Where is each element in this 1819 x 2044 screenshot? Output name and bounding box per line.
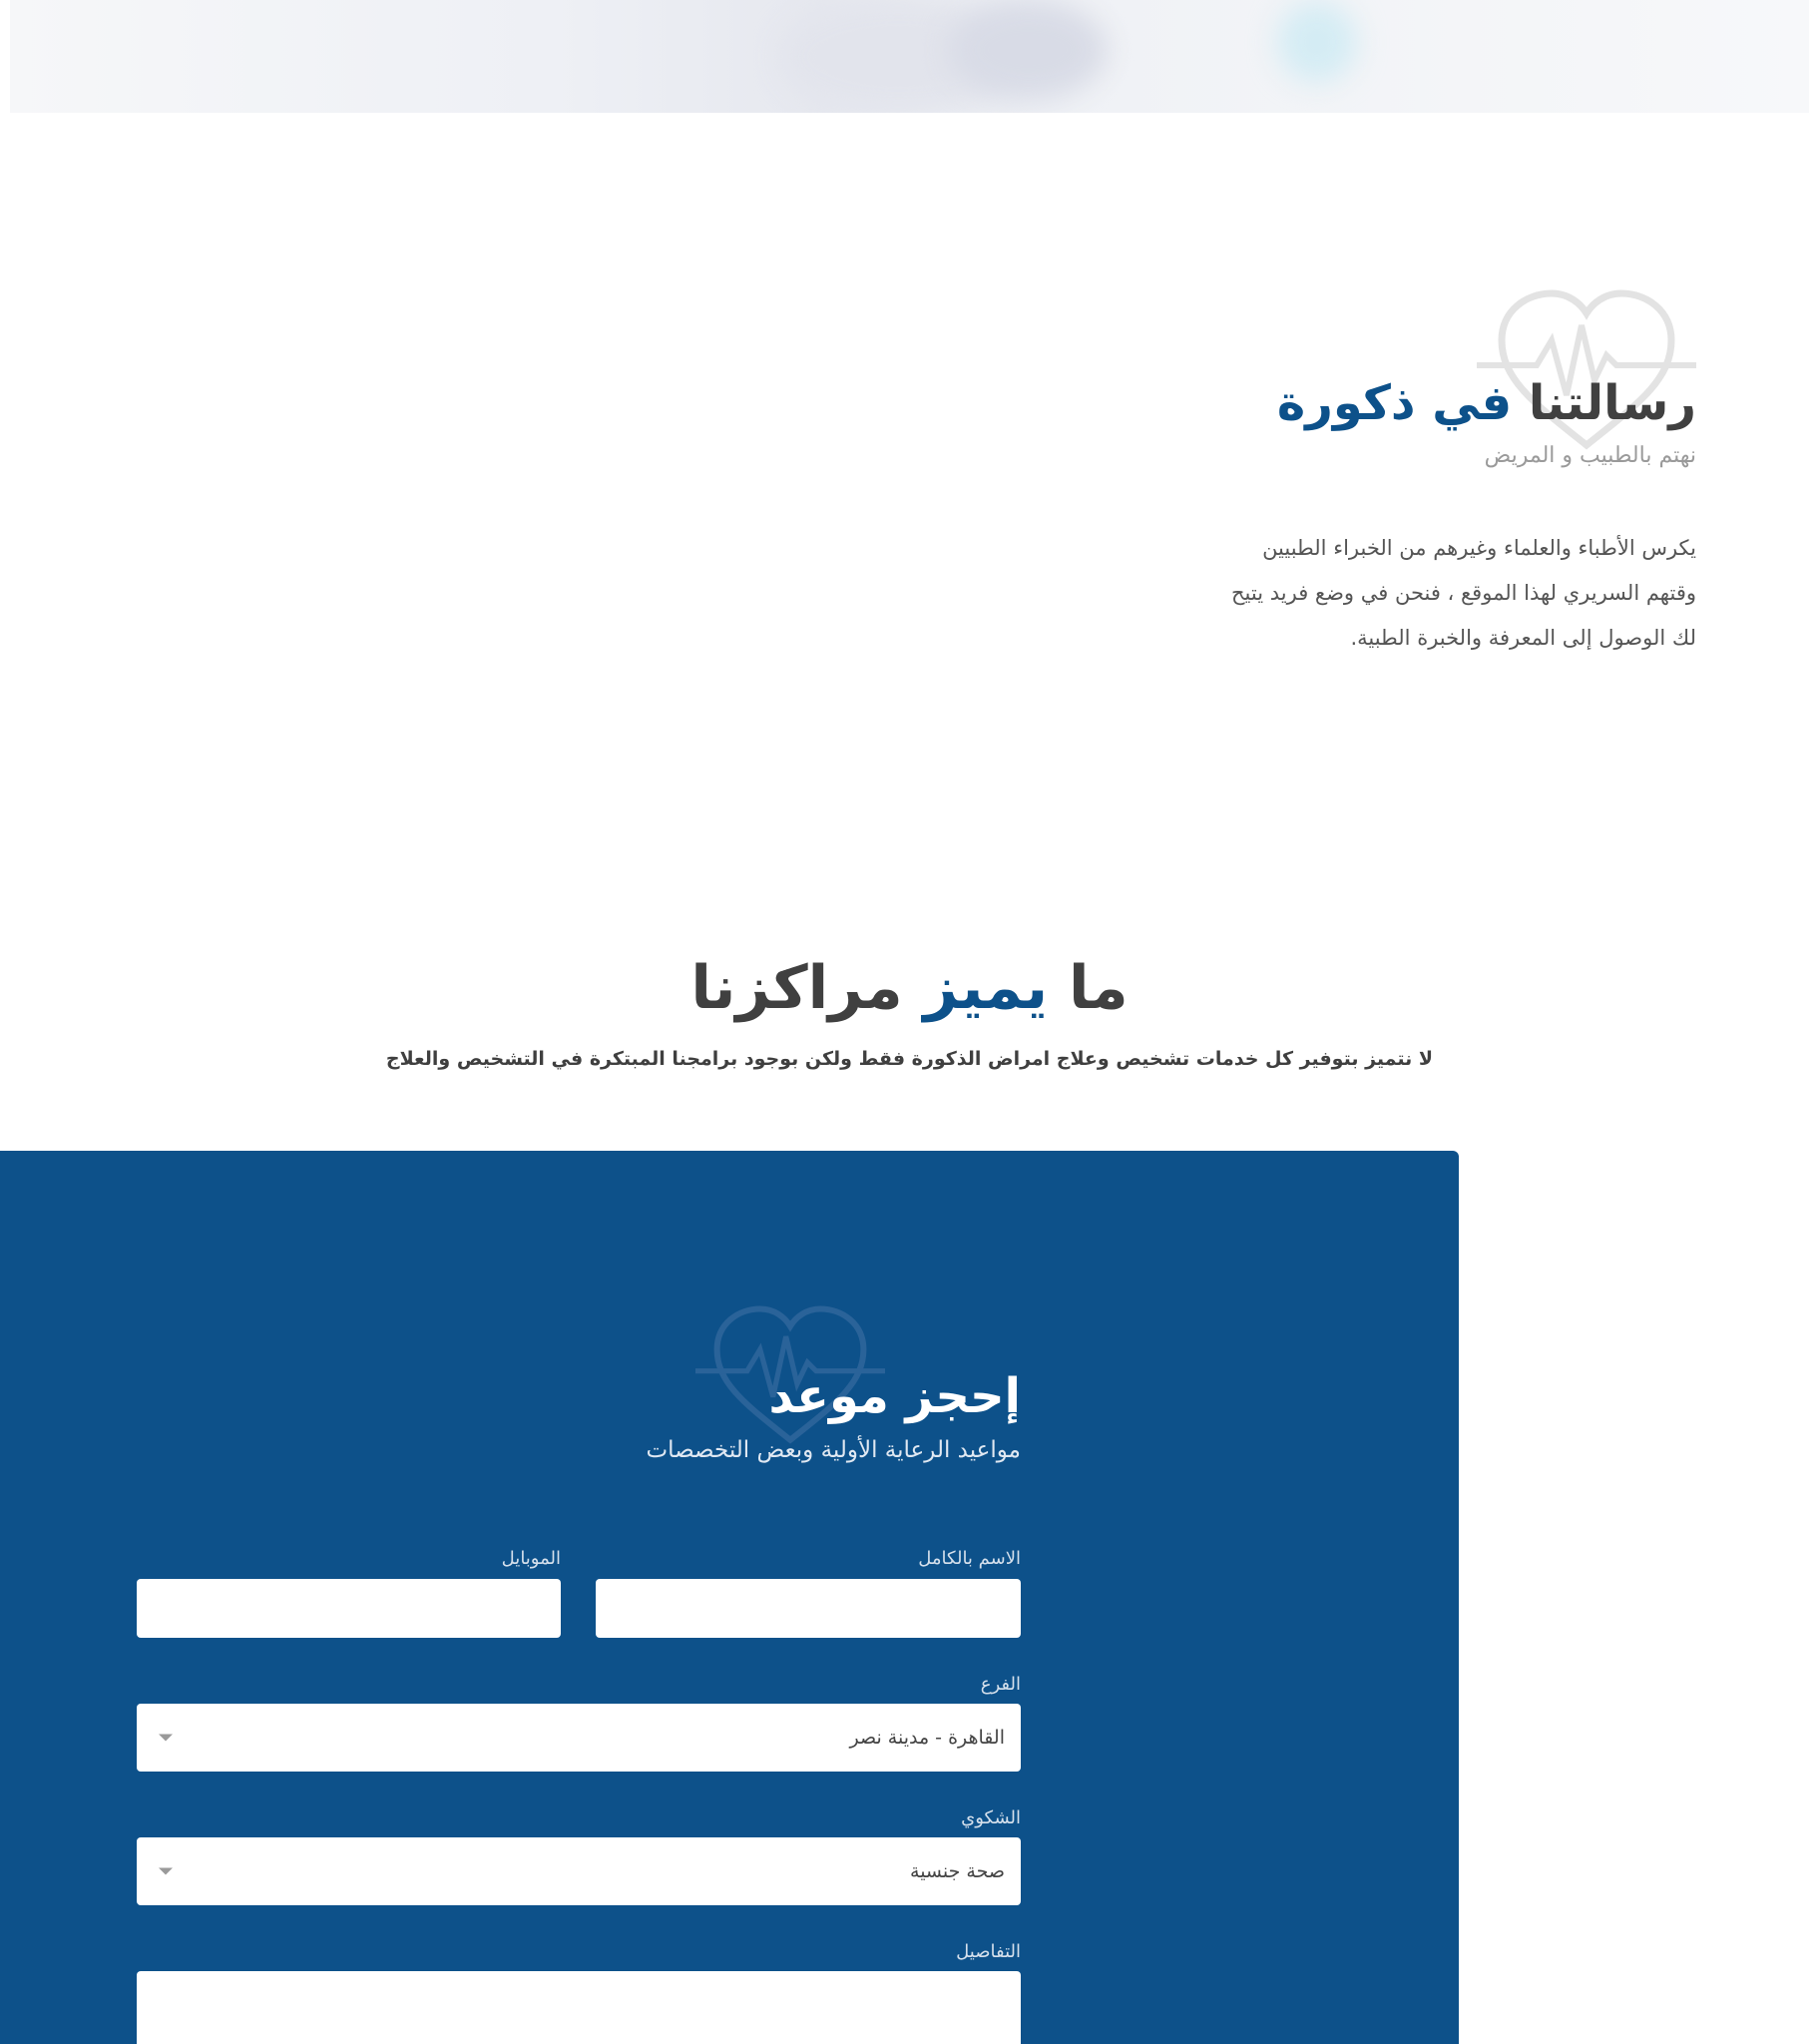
branch-select-value: القاهرة - مدينة نصر bbox=[849, 1727, 1005, 1749]
mission-title-accent: في ذكورة bbox=[1276, 375, 1513, 431]
booking-subtitle: مواعيد الرعاية الأولية وبعض التخصصات bbox=[646, 1437, 1021, 1463]
features-title-accent: يميز bbox=[923, 953, 1049, 1023]
features-section: ما يميز مراكزنا لا نتميز بتوفير كل خدمات… bbox=[0, 958, 1819, 1070]
chevron-down-icon bbox=[159, 1867, 173, 1875]
mobile-input[interactable] bbox=[137, 1579, 561, 1638]
hero-image-strip bbox=[10, 0, 1809, 113]
mobile-label: الموبايل bbox=[501, 1548, 561, 1569]
features-title: ما يميز مراكزنا bbox=[0, 958, 1819, 1018]
mission-title: رسالتنا في ذكورة bbox=[1137, 379, 1696, 427]
booking-title: إحجز موعد bbox=[768, 1368, 1021, 1424]
features-title-word: ما bbox=[1069, 953, 1129, 1023]
page: رسالتنا في ذكورة نهتم بالطبيب و المريض ي… bbox=[0, 0, 1819, 2044]
mission-subtitle: نهتم بالطبيب و المريض bbox=[1484, 443, 1696, 468]
booking-form: إحجز موعد مواعيد الرعاية الأولية وبعض ال… bbox=[137, 1151, 1021, 2044]
mission-body-line: يكرس الأطباء والعلماء وغيرهم من الخبراء … bbox=[1262, 536, 1696, 560]
mission-body: يكرس الأطباء والعلماء وغيرهم من الخبراء … bbox=[1137, 526, 1696, 661]
mission-body-line: وقتهم السريري لهذا الموقع ، فنحن في وضع … bbox=[1231, 581, 1696, 605]
features-title-word: مراكزنا bbox=[690, 953, 903, 1023]
mission-section: رسالتنا في ذكورة نهتم بالطبيب و المريض ي… bbox=[1137, 279, 1696, 661]
branch-label: الفرع bbox=[980, 1674, 1021, 1695]
booking-section: إحجز موعد مواعيد الرعاية الأولية وبعض ال… bbox=[0, 1151, 1459, 2044]
mission-body-line: لك الوصول إلى المعرفة والخبرة الطبية. bbox=[1350, 626, 1696, 650]
fullname-input[interactable] bbox=[596, 1579, 1021, 1638]
complaint-select[interactable]: صحة جنسية bbox=[137, 1837, 1021, 1905]
details-label: التفاصيل bbox=[956, 1941, 1021, 1962]
complaint-label: الشكوي bbox=[961, 1807, 1021, 1828]
chevron-down-icon bbox=[159, 1734, 173, 1742]
details-textarea[interactable] bbox=[137, 1971, 1021, 2044]
features-description: لا نتميز بتوفير كل خدمات تشخيص وعلاج امر… bbox=[385, 1048, 1434, 1070]
fullname-label: الاسم بالكامل bbox=[918, 1548, 1021, 1569]
complaint-select-value: صحة جنسية bbox=[910, 1860, 1005, 1882]
branch-select[interactable]: القاهرة - مدينة نصر bbox=[137, 1704, 1021, 1772]
mission-title-main: رسالتنا bbox=[1528, 375, 1696, 431]
